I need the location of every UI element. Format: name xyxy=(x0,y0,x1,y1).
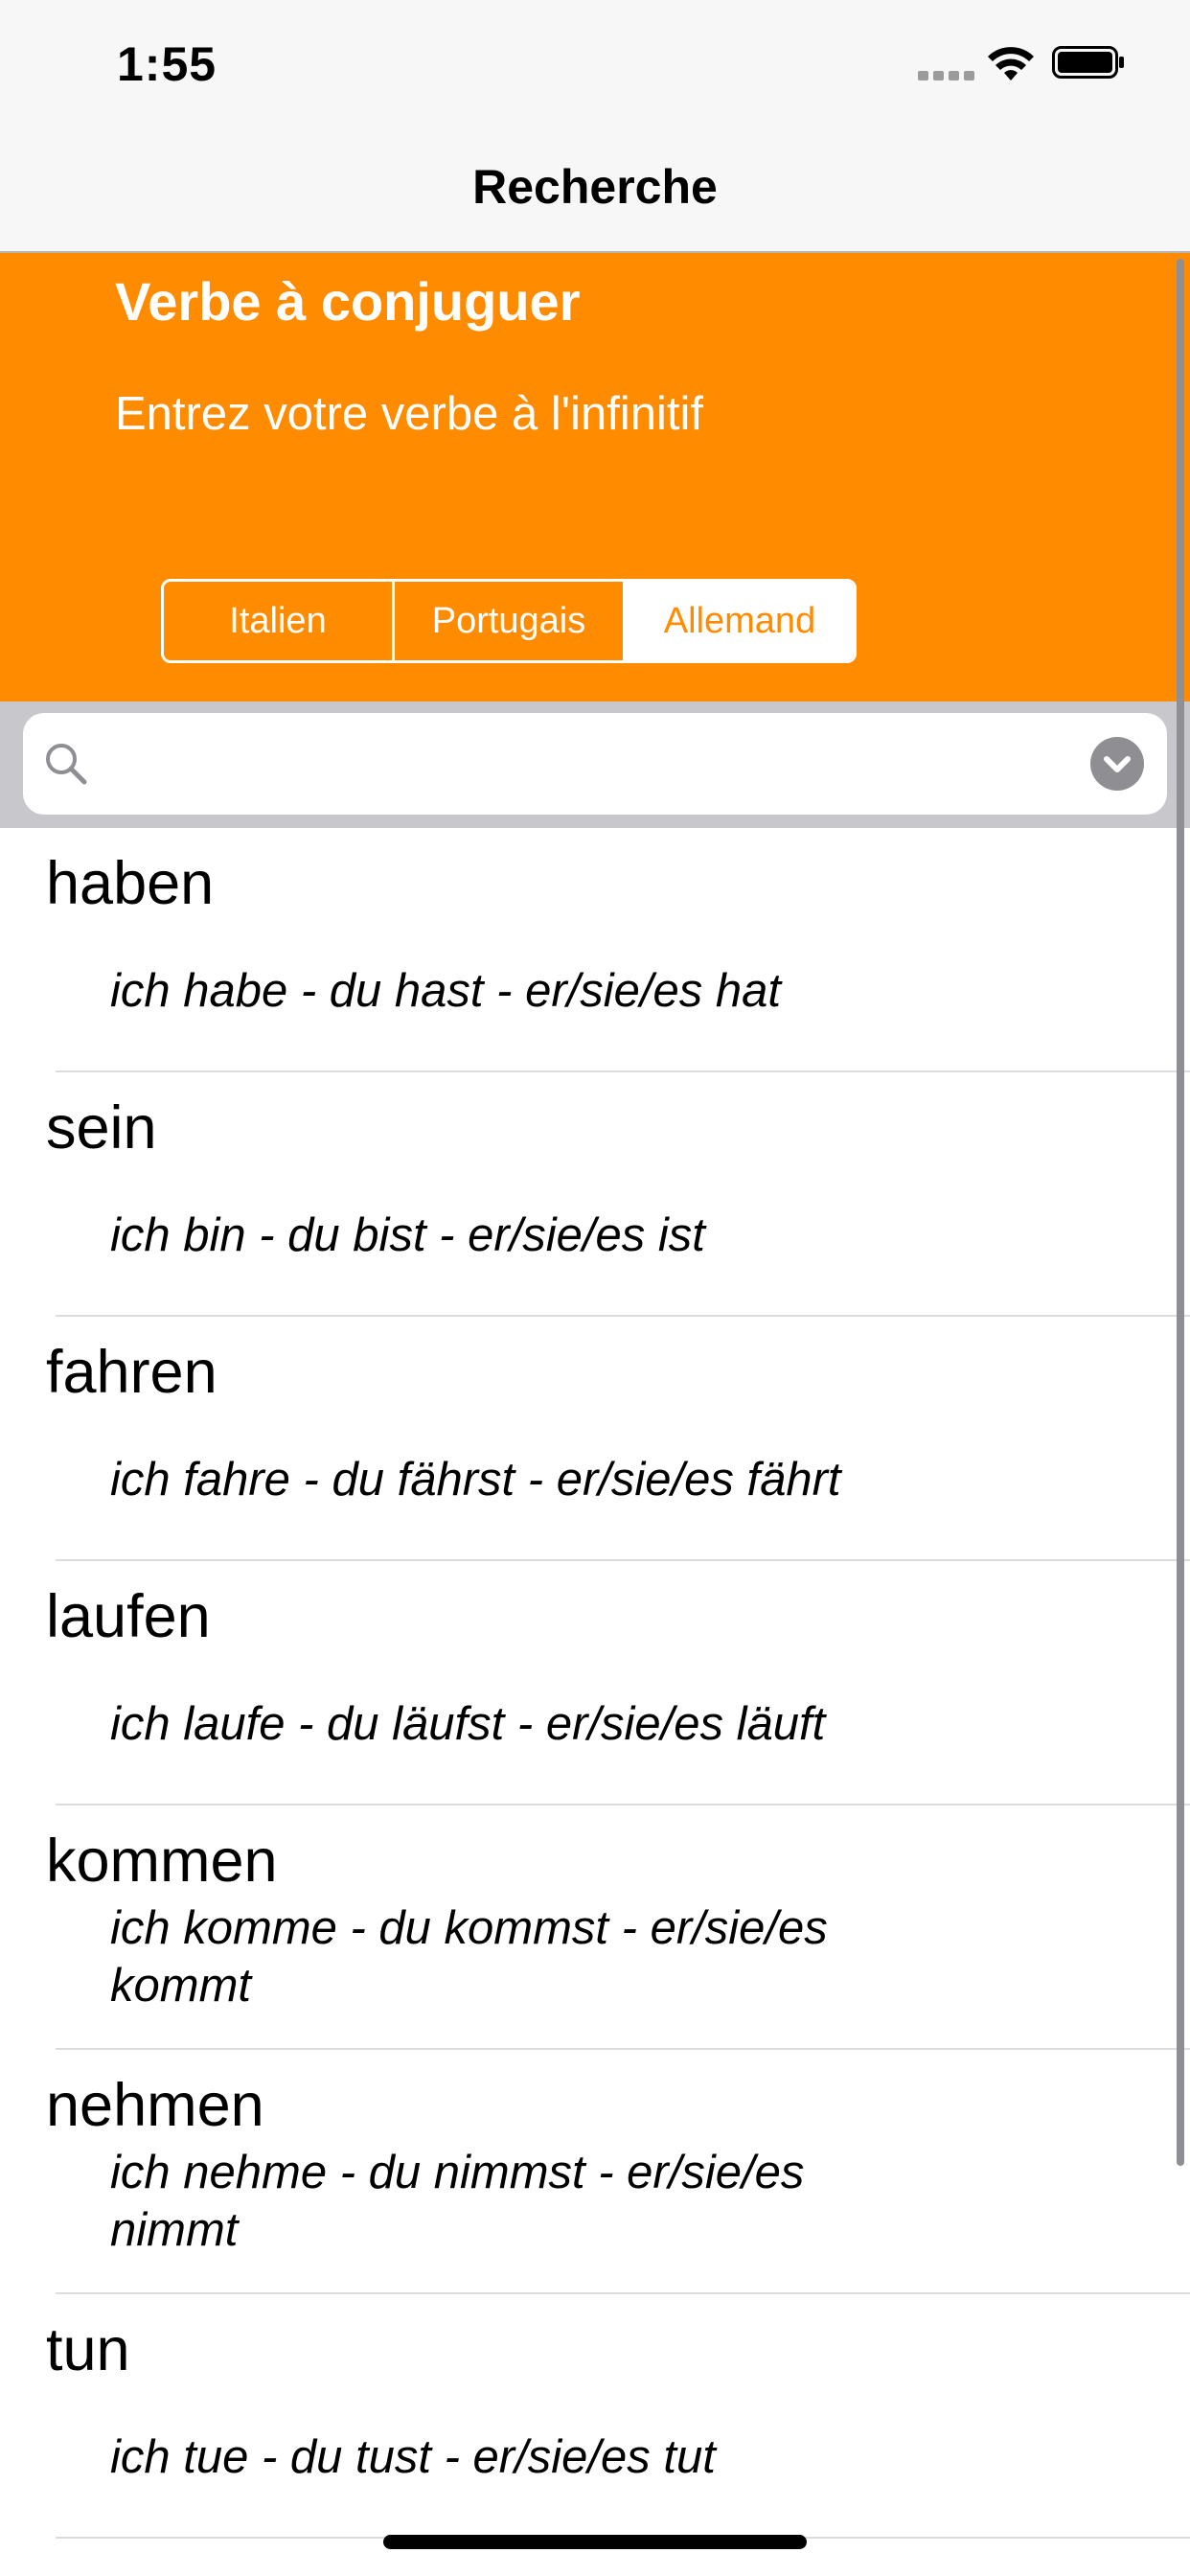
list-item[interactable]: nehmen ich nehme - du nimmst - er/sie/es… xyxy=(0,2050,1190,2294)
language-segmented-control: Italien Portugais Allemand xyxy=(161,579,857,663)
header-subtitle: Entrez votre verbe à l'infinitif xyxy=(115,388,703,440)
verb-conjugation: ich laufe - du läufst - er/sie/es läuft xyxy=(110,1698,826,1750)
search-header: Verbe à conjuguer Entrez votre verbe à l… xyxy=(0,253,1190,702)
search-bar xyxy=(0,702,1190,828)
verb-conjugation: ich bin - du bist - er/sie/es ist xyxy=(110,1209,705,1261)
verb-conjugation: ich fahre - du fährst - er/sie/es fährt xyxy=(110,1454,841,1506)
page-title: Recherche xyxy=(472,160,718,214)
search-input[interactable] xyxy=(23,713,1167,815)
list-item[interactable]: fahren ich fahre - du fährst - er/sie/es… xyxy=(0,1317,1190,1561)
verb-list: haben ich habe - du hast - er/sie/es hat… xyxy=(0,828,1190,2539)
verb-conjugation: ich nehme - du nimmst - er/sie/es nimmt xyxy=(110,2147,805,2256)
wifi-icon xyxy=(988,47,1034,80)
verb-infinitive: kommen xyxy=(46,1828,278,1895)
list-item[interactable]: laufen ich laufe - du läufst - er/sie/es… xyxy=(0,1561,1190,1806)
verb-conjugation: ich tue - du tust - er/sie/es tut xyxy=(110,2431,716,2483)
segment-portugais[interactable]: Portugais xyxy=(395,582,626,660)
status-time: 1:55 xyxy=(117,37,217,91)
verb-infinitive: nehmen xyxy=(46,2072,264,2139)
list-item[interactable]: kommen ich komme - du kommst - er/sie/es… xyxy=(0,1806,1190,2050)
verb-conjugation: ich habe - du hast - er/sie/es hat xyxy=(110,965,781,1017)
status-bar: 1:55 xyxy=(0,0,1190,126)
signal-icon xyxy=(918,71,975,80)
segment-allemand[interactable]: Allemand xyxy=(626,582,854,660)
verb-infinitive: haben xyxy=(46,850,215,917)
search-icon xyxy=(46,744,87,785)
chevron-down-icon[interactable] xyxy=(1090,737,1144,791)
header-title: Verbe à conjuguer xyxy=(115,271,581,332)
verb-infinitive: fahren xyxy=(46,1339,217,1406)
verb-infinitive: sein xyxy=(46,1094,157,1162)
verb-infinitive: laufen xyxy=(46,1583,211,1650)
battery-icon xyxy=(1052,46,1124,79)
verb-infinitive: tun xyxy=(46,2316,130,2383)
segment-italien[interactable]: Italien xyxy=(164,582,395,660)
home-indicator[interactable] xyxy=(383,2535,807,2549)
list-item[interactable]: tun ich tue - du tust - er/sie/es tut xyxy=(0,2294,1190,2539)
list-item[interactable]: sein ich bin - du bist - er/sie/es ist xyxy=(0,1072,1190,1317)
scroll-indicator[interactable] xyxy=(1177,259,1184,2166)
navigation-bar: Recherche xyxy=(0,126,1190,253)
verb-conjugation: ich komme - du kommst - er/sie/es kommt xyxy=(110,1902,828,2012)
list-item[interactable]: haben ich habe - du hast - er/sie/es hat xyxy=(0,828,1190,1072)
